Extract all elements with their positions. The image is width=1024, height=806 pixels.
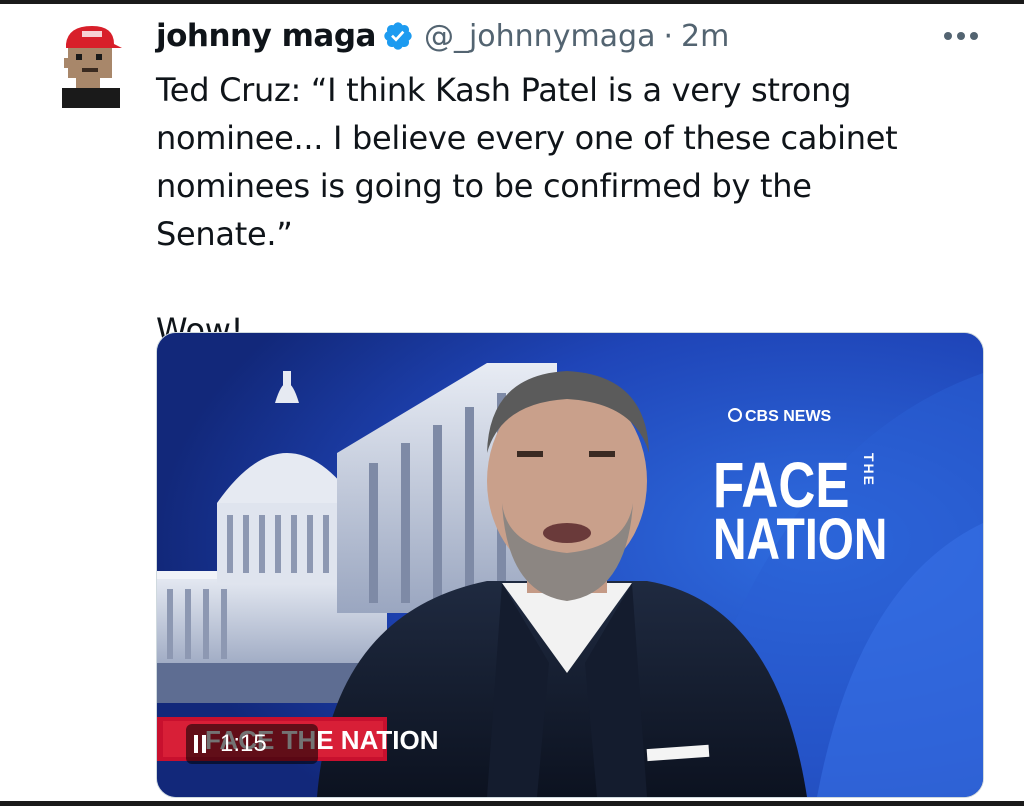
timestamp[interactable]: 2m: [681, 19, 729, 54]
tweet-text-line: nominee... I believe every one of these …: [156, 119, 898, 157]
tweet-text-line: nominees is going to be confirmed by the…: [156, 167, 812, 253]
tweet-header: johnny maga @_johnnymaga · 2m: [156, 14, 729, 58]
video-duration: 1:15: [220, 730, 267, 757]
screen-top-border: [0, 0, 1024, 4]
avatar[interactable]: [58, 24, 124, 110]
more-dots-icon[interactable]: [943, 30, 979, 42]
pause-icon[interactable]: [186, 724, 214, 764]
playback-control[interactable]: 1:15: [186, 724, 318, 764]
separator-dot: ·: [663, 18, 674, 54]
show-title-the: THE: [861, 453, 877, 487]
screen-bottom-border: [0, 801, 1024, 806]
network-logo: CBS NEWS: [745, 408, 832, 425]
verified-badge-icon: [384, 22, 412, 50]
author-handle[interactable]: @_johnnymaga: [424, 19, 656, 54]
tweet-text-line: Ted Cruz: “I think Kash Patel is a very …: [156, 71, 852, 109]
author-name[interactable]: johnny maga: [156, 18, 376, 54]
show-title-nation: NATION: [713, 507, 887, 572]
tweet-text: Ted Cruz: “I think Kash Patel is a very …: [156, 66, 936, 354]
